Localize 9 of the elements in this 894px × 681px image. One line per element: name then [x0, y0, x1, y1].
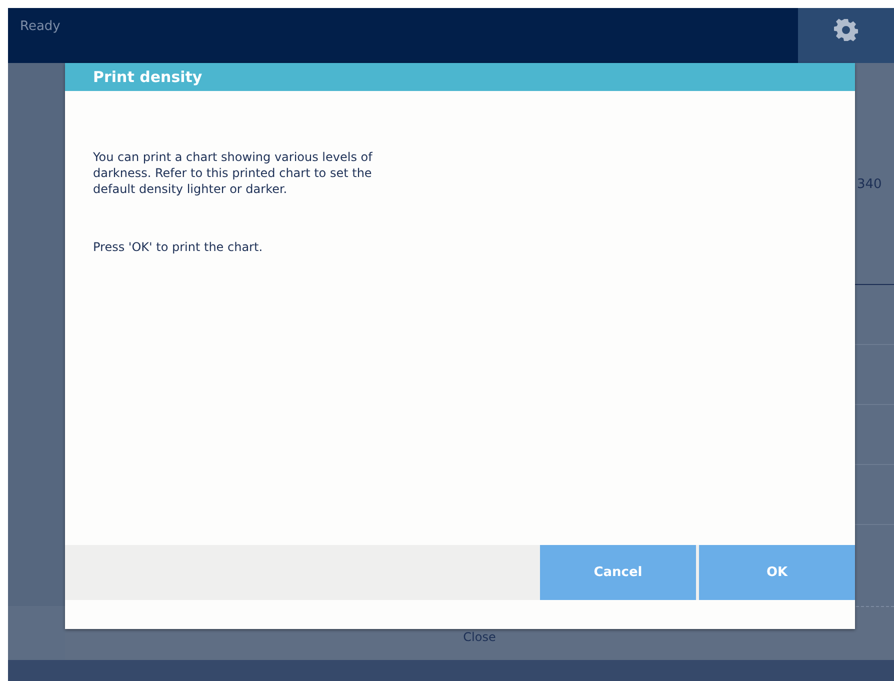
value-text: 340	[856, 177, 883, 192]
cancel-button[interactable]: Cancel	[540, 545, 696, 600]
close-button[interactable]: Close	[463, 627, 496, 647]
dialog-message: Press 'OK' to print the chart.	[93, 239, 264, 255]
dialog-title: Print density	[65, 63, 855, 91]
dialog-message: You can print a chart showing various levels of darkness. Refer to this printed chart to set the default density lighter or darker.	[93, 149, 374, 197]
status-text: Ready	[19, 18, 62, 36]
ok-button[interactable]: OK	[699, 545, 855, 600]
settings-icon[interactable]	[834, 18, 858, 42]
